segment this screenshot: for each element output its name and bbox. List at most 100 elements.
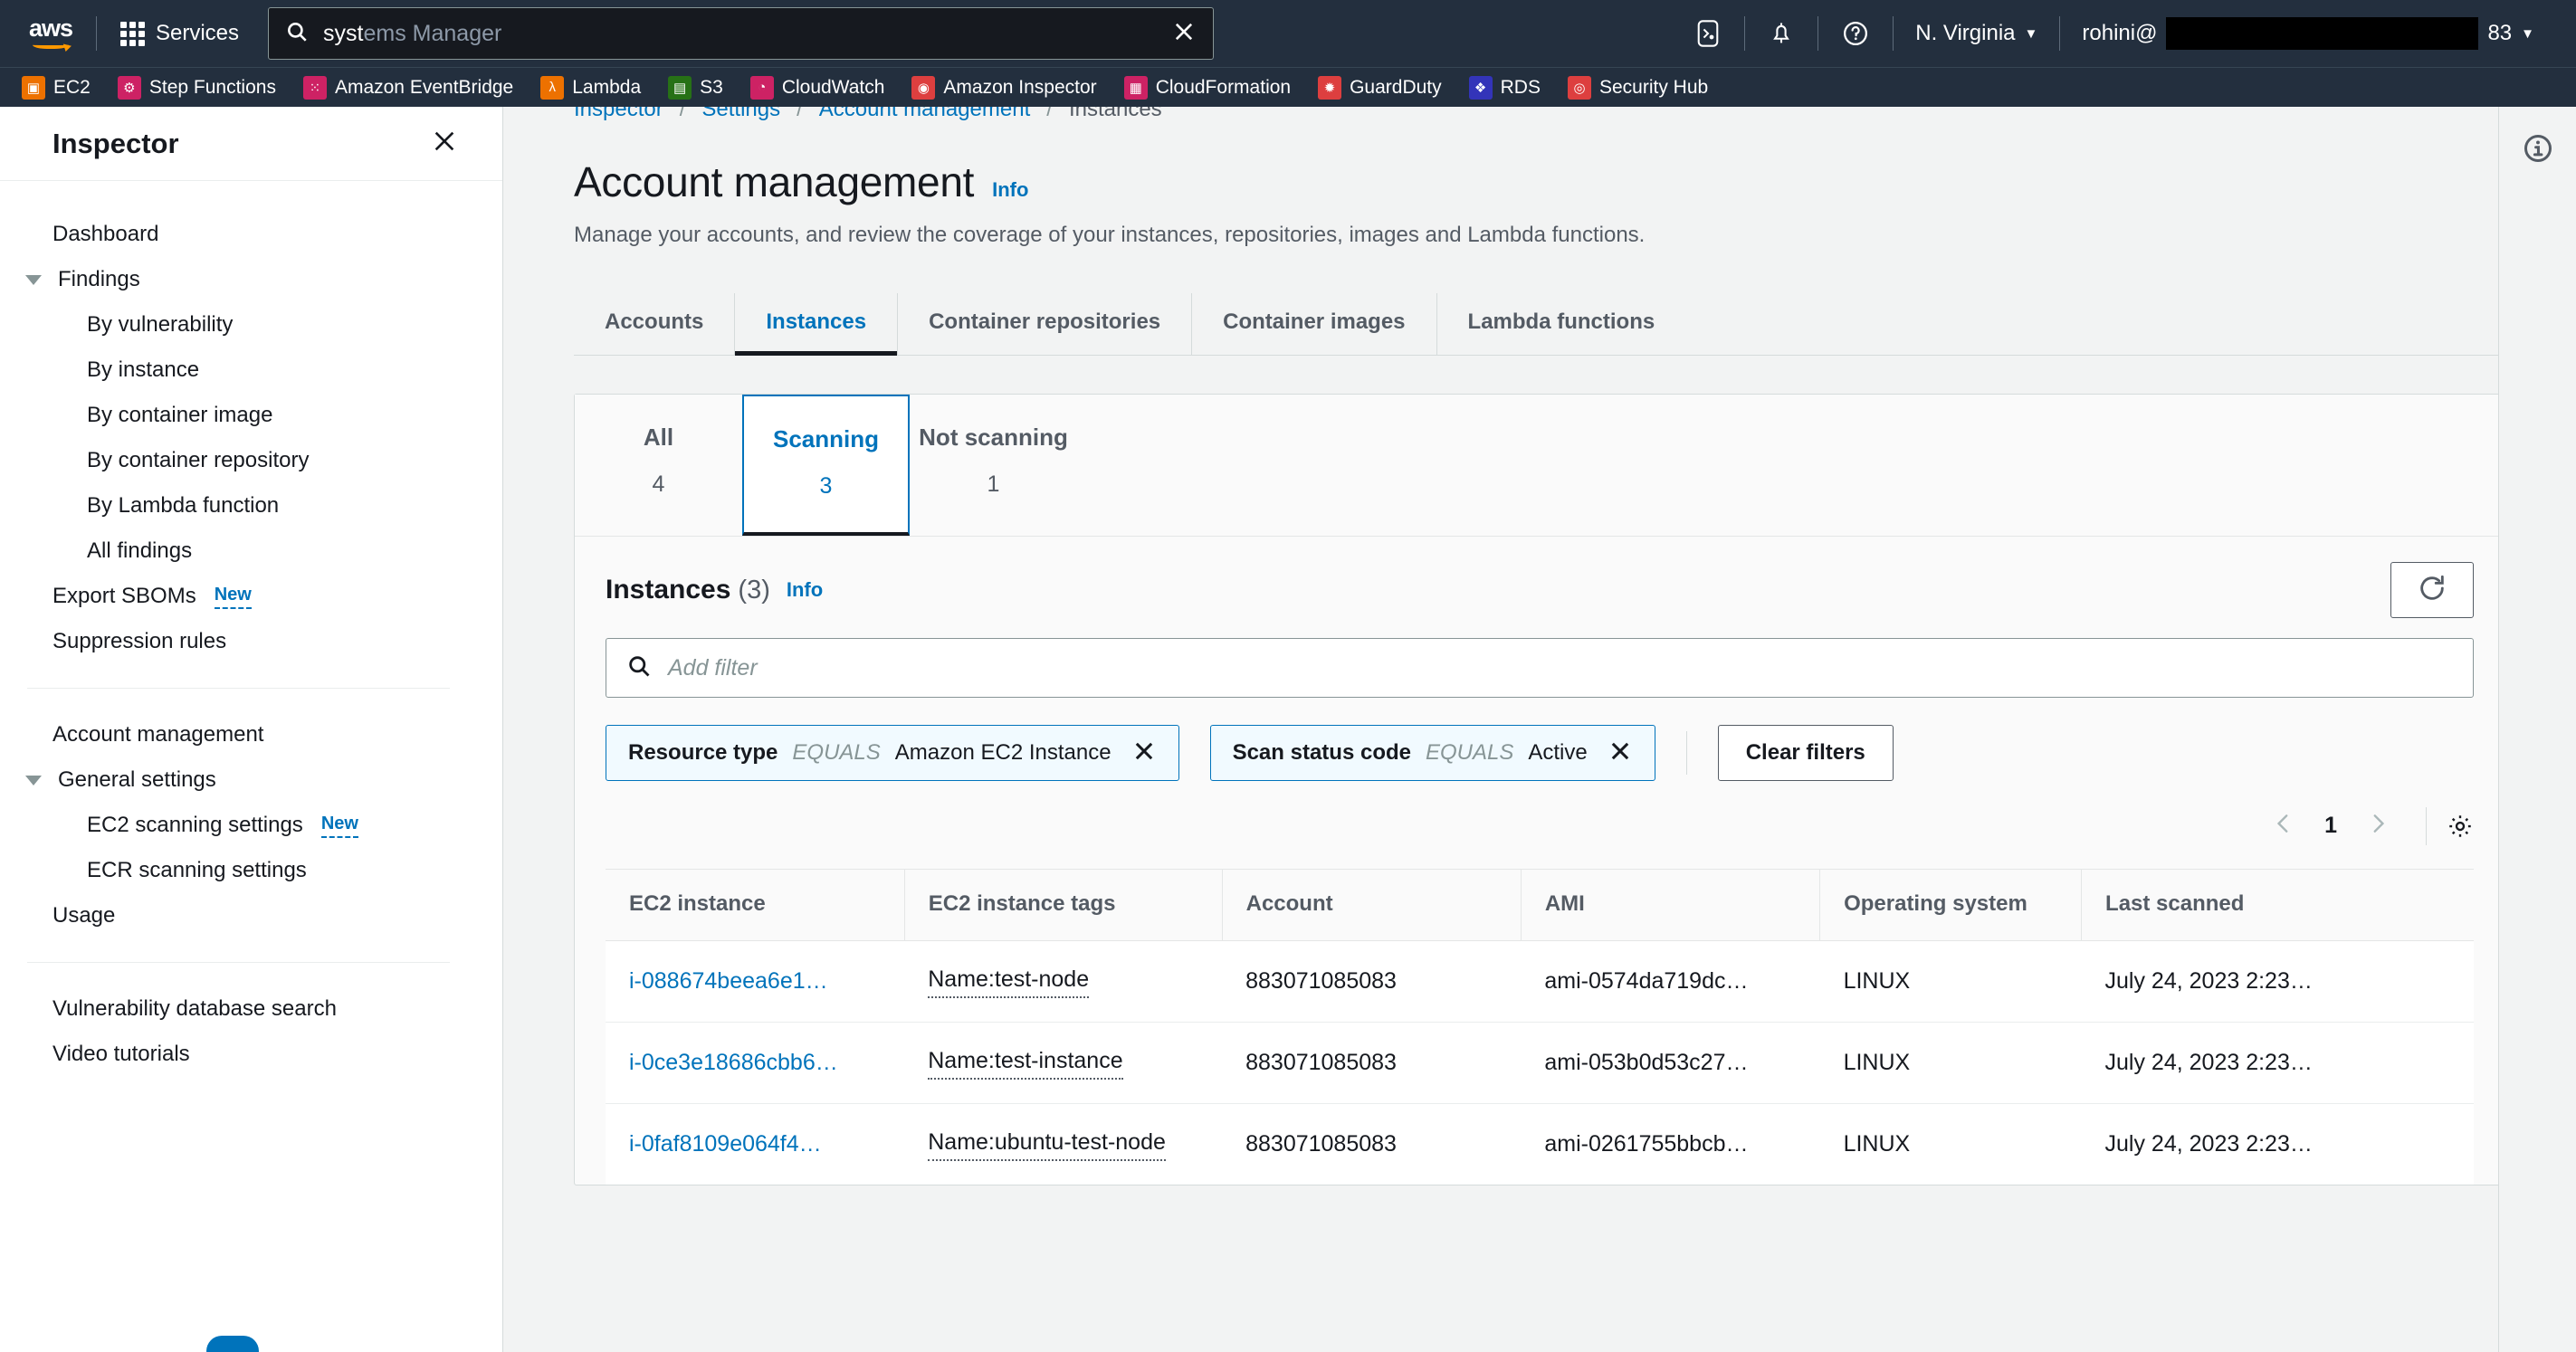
info-circle-icon[interactable] (2522, 132, 2554, 1352)
ec2-instance-link[interactable]: i-0ce3e18686cbb6… (606, 1050, 904, 1076)
instance-tag[interactable]: Name:test-instance (928, 1046, 1123, 1080)
aws-logo[interactable]: aws (20, 14, 81, 53)
sidebar-item-ec2-scanning-settings[interactable]: EC2 scanning settings New (0, 803, 502, 848)
clear-filters-button[interactable]: Clear filters (1717, 725, 1894, 781)
shortcut-guardduty[interactable]: ✹ GuardDuty (1318, 75, 1442, 100)
sidebar-item-suppression-rules[interactable]: Suppression rules (0, 619, 502, 664)
segment-scanning[interactable]: Scanning 3 (742, 395, 910, 536)
sidebar-item-video-tutorials[interactable]: Video tutorials (0, 1032, 502, 1077)
sidebar-item-ecr-scanning-settings[interactable]: ECR scanning settings (0, 848, 502, 893)
account-menu[interactable]: rohini@ 83 ▼ (2060, 17, 2556, 50)
page-description: Manage your accounts, and review the cov… (574, 223, 1646, 247)
filter-operator: EQUALS (1425, 740, 1514, 765)
pagination-next-button[interactable] (2350, 803, 2406, 849)
shortcut-amazon-eventbridge[interactable]: ⁙ Amazon EventBridge (302, 75, 513, 100)
region-selector[interactable]: N. Virginia ▼ (1894, 21, 2059, 46)
breadcrumb-item-settings[interactable]: Settings (701, 107, 780, 122)
global-search-input[interactable]: systems Manager (268, 7, 1215, 60)
sidebar-item-vulnerability-database-search[interactable]: Vulnerability database search (0, 986, 502, 1032)
table-row[interactable]: i-0ce3e18686cbb6… Name:test-instance 88307… (606, 1022, 2474, 1104)
page-info-link[interactable]: Info (992, 178, 1028, 202)
shortcut-cloudwatch[interactable]: ◔ CloudWatch (749, 75, 884, 100)
cell-operating-system: LINUX (1820, 1023, 2082, 1104)
cell-ec2-instance: i-0faf8109e064f4… (606, 1104, 904, 1185)
cell-ec2-instance: i-0ce3e18686cbb6… (606, 1023, 904, 1104)
table-header-row: EC2 instance EC2 instance tags Account AMI O… (606, 869, 2474, 941)
column-header-ec2-instance-tags[interactable]: EC2 instance tags (904, 869, 1223, 941)
tag-wrapper: Name:ubuntu-test-node (904, 1128, 1222, 1161)
shortcut-step-functions[interactable]: ⚙ Step Functions (117, 75, 276, 100)
filter-pill-resource-type[interactable]: Resource type EQUALS Amazon EC2 Instance (606, 725, 1179, 781)
new-badge: New (320, 814, 358, 838)
pagination-page-1[interactable]: 1 (2312, 813, 2350, 839)
shortcut-s3[interactable]: ▤ S3 (668, 75, 723, 100)
breadcrumb-item-inspector[interactable]: Inspector (574, 107, 663, 122)
aws-logo-wordmark: aws (28, 14, 73, 42)
instance-tag[interactable]: Name:test-node (928, 965, 1090, 998)
feedback-pill[interactable] (206, 1336, 259, 1352)
instances-info-link[interactable]: Info (787, 578, 823, 602)
redacted-account-id (2166, 17, 2479, 50)
filter-remove-icon[interactable] (1608, 738, 1633, 768)
sidebar-item-by-lambda-function[interactable]: By Lambda function (0, 483, 502, 528)
column-header-ec2-instance[interactable]: EC2 instance (606, 869, 905, 941)
cloudshell-icon[interactable] (1672, 19, 1744, 48)
column-header-last-scanned[interactable]: Last scanned (2082, 870, 2474, 941)
pagination-divider (2426, 806, 2427, 845)
aws-logo-smile (33, 39, 69, 49)
column-header-operating-system[interactable]: Operating system (1819, 869, 2083, 941)
sidebar-item-findings[interactable]: Findings (0, 257, 502, 302)
help-icon[interactable] (1818, 20, 1893, 47)
add-filter-input[interactable]: Add filter (606, 638, 2474, 698)
tab-instances[interactable]: Instances (735, 293, 899, 356)
sidebar-close-icon[interactable] (430, 127, 459, 160)
chevron-down-icon[interactable] (25, 274, 42, 285)
breadcrumb-separator: / (797, 107, 803, 121)
ec2-instance-link[interactable]: i-088674beea6e1… (606, 968, 904, 995)
sidebar-item-dashboard[interactable]: Dashboard (0, 212, 502, 257)
refresh-button[interactable] (2390, 562, 2474, 618)
tab-accounts[interactable]: Accounts (574, 293, 736, 355)
column-header-label: Account (1245, 891, 1333, 916)
chevron-down-icon[interactable] (25, 775, 42, 785)
column-header-account[interactable]: Account (1222, 869, 1522, 941)
filter-pill-scan-status-code[interactable]: Scan status code EQUALS Active (1209, 725, 1655, 781)
breadcrumb-item-account-management[interactable]: Account management (819, 107, 1030, 122)
sidebar-item-by-container-image[interactable]: By container image (0, 393, 502, 438)
shortcut-security-hub[interactable]: ◎ Security Hub (1567, 75, 1708, 100)
sidebar-item-by-vulnerability[interactable]: By vulnerability (0, 302, 502, 348)
sidebar-item-label: All findings (87, 538, 193, 563)
filter-remove-icon[interactable] (1131, 738, 1157, 768)
table-preferences-gear-icon[interactable] (2447, 813, 2474, 840)
segment-all[interactable]: All 4 (575, 395, 742, 536)
pagination-previous-button[interactable] (2256, 803, 2312, 849)
segment-count: 3 (819, 473, 833, 499)
ec2-instance-link[interactable]: i-0faf8109e064f4… (606, 1131, 904, 1157)
sidebar-item-all-findings[interactable]: All findings (0, 528, 502, 574)
table-row[interactable]: i-088674beea6e1… Name:test-node 8830710850… (606, 940, 2474, 1023)
shortcut-rds[interactable]: ❖ RDS (1468, 75, 1541, 100)
sidebar-item-by-container-repository[interactable]: By container repository (0, 438, 502, 483)
sidebar-item-export-sboms[interactable]: Export SBOMs New (0, 574, 502, 619)
sidebar-item-account-management[interactable]: Account management (0, 712, 502, 757)
shortcut-amazon-inspector[interactable]: ◉ Amazon Inspector (911, 75, 1097, 100)
sidebar-item-usage[interactable]: Usage (0, 893, 502, 938)
bell-icon[interactable] (1745, 20, 1818, 47)
cell-account: 883071085083 (1222, 1104, 1521, 1185)
shortcut-cloudformation[interactable]: ▦ CloudFormation (1123, 75, 1291, 100)
table-row[interactable]: i-0faf8109e064f4… Name:ubuntu-test-node 88… (606, 1103, 2474, 1185)
column-header-ami[interactable]: AMI (1521, 869, 1821, 941)
tab-lambda-functions[interactable]: Lambda functions (1437, 293, 1686, 355)
segment-not-scanning[interactable]: Not scanning 1 (910, 395, 1077, 536)
instance-tag[interactable]: Name:ubuntu-test-node (928, 1128, 1166, 1161)
search-clear-icon[interactable] (1171, 19, 1197, 49)
services-menu-button[interactable]: Services (111, 15, 248, 52)
chevron-down-icon: ▼ (2521, 25, 2534, 42)
cell-ami: ami-0261755bbcb… (1521, 1104, 1819, 1185)
shortcut-ec2[interactable]: ▣ EC2 (22, 75, 91, 100)
sidebar-item-by-instance[interactable]: By instance (0, 348, 502, 393)
sidebar-item-general-settings[interactable]: General settings (0, 757, 502, 803)
tab-container-images[interactable]: Container images (1192, 293, 1437, 355)
tab-container-repositories[interactable]: Container repositories (898, 293, 1193, 355)
shortcut-lambda[interactable]: λ Lambda (540, 75, 641, 100)
